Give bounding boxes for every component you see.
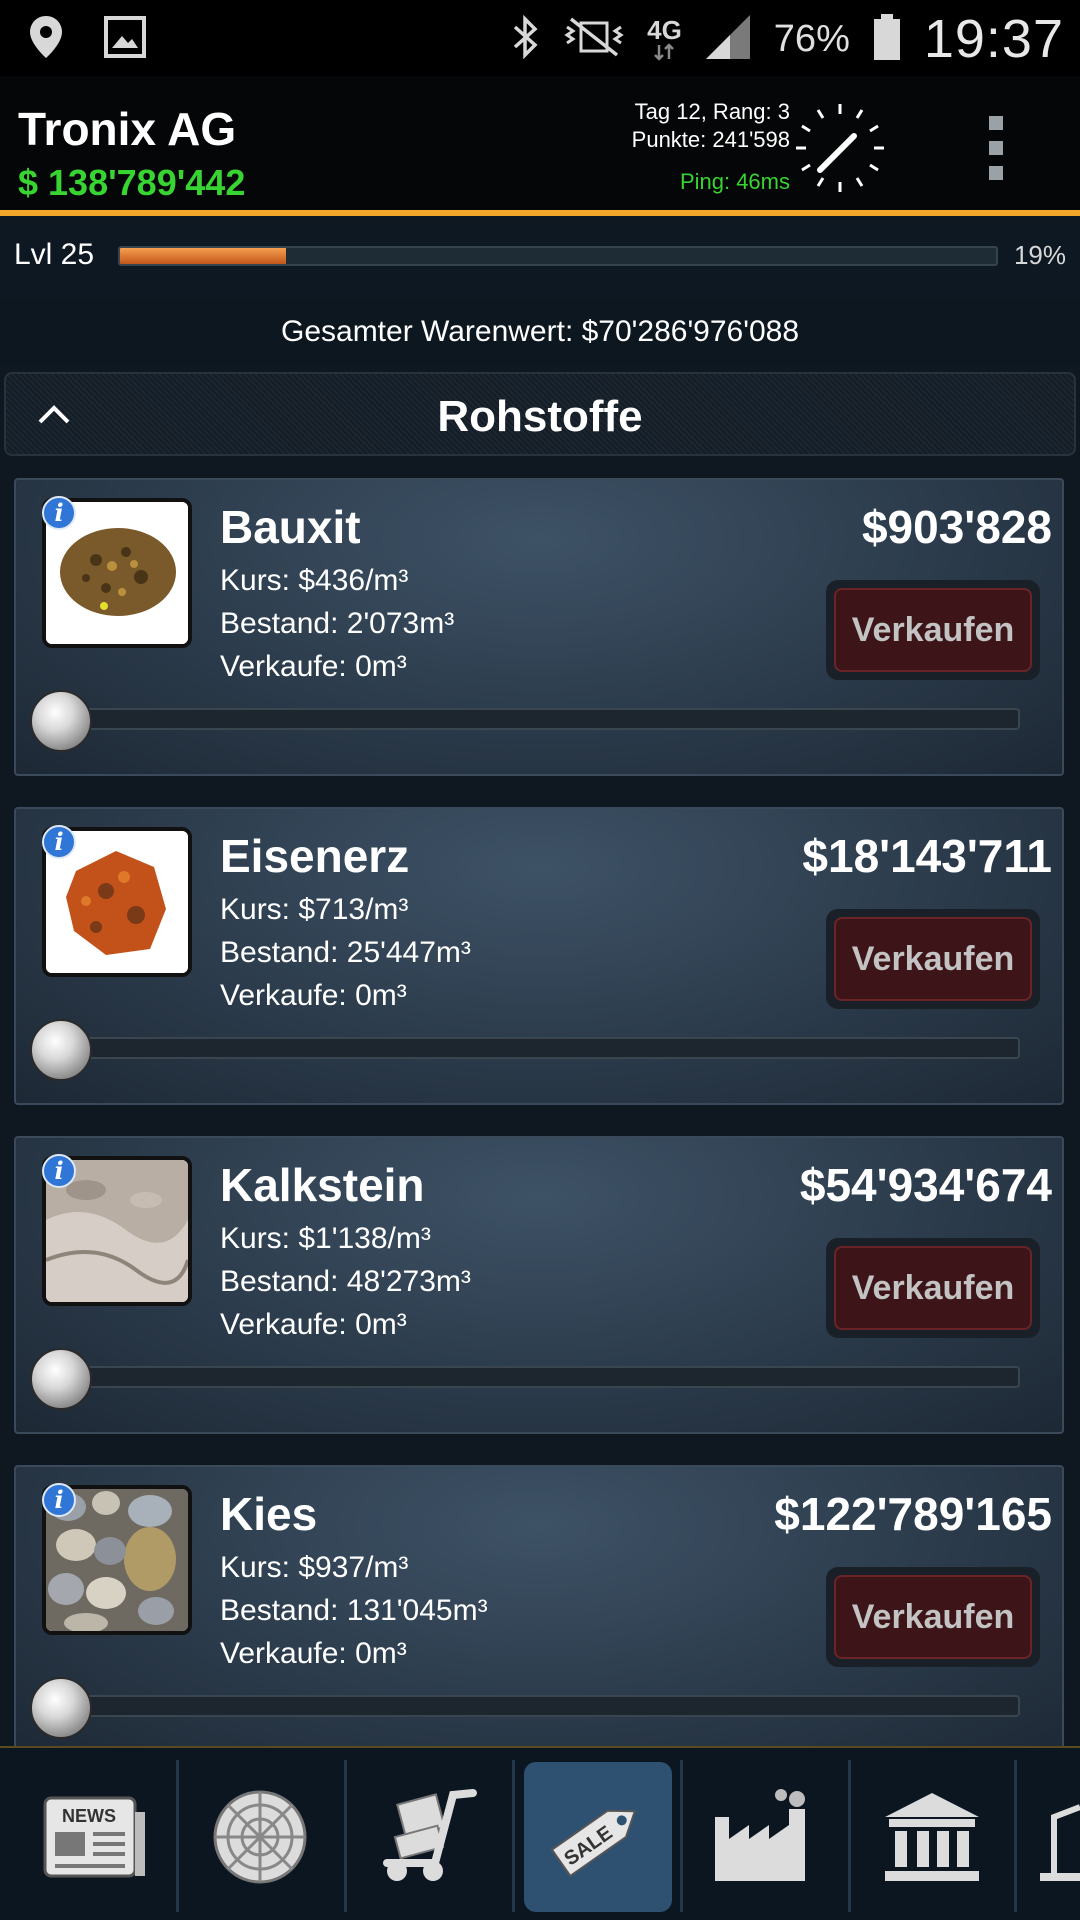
image-icon [104, 16, 146, 63]
level-progress-bar [118, 246, 998, 266]
level-row: Lvl 25 19% [0, 222, 1080, 292]
commodity-card: i Eisenerz Kurs: $713/m³ Bestand: 25'447… [14, 807, 1064, 1105]
bluetooth-icon [511, 13, 541, 66]
section-header[interactable]: Rohstoffe [4, 372, 1076, 456]
commodity-value: $18'143'711 [802, 830, 1052, 882]
sell-amount-slider[interactable] [86, 708, 1020, 730]
slider-knob[interactable] [30, 690, 92, 752]
overflow-menu-icon[interactable] [986, 116, 1006, 180]
slider-knob[interactable] [30, 1019, 92, 1081]
commodity-card: i Kies Kurs: $937/m³ Bestand: 131'045m³ … [14, 1465, 1064, 1746]
info-icon[interactable]: i [42, 1483, 76, 1517]
commodity-name: Eisenerz [220, 830, 410, 882]
sell-button[interactable]: Verkaufen [826, 580, 1040, 680]
commodity-stock: Bestand: 2'073m³ [220, 607, 455, 640]
commodity-card: i Kalkstein Kurs: $1'138/m³ Bestand: 48'… [14, 1136, 1064, 1434]
sell-button-label: Verkaufen [834, 1575, 1032, 1659]
radar-icon[interactable] [186, 1762, 334, 1912]
day-rank: Tag 12, Rang: 3 [634, 99, 790, 124]
bank-icon[interactable] [858, 1762, 1006, 1912]
battery-icon [872, 12, 902, 67]
sell-button[interactable]: Verkaufen [826, 1238, 1040, 1338]
sell-button[interactable]: Verkaufen [826, 1567, 1040, 1667]
clock-time: 19:37 [923, 9, 1064, 69]
location-icon [28, 14, 64, 65]
hand-truck-icon[interactable] [354, 1762, 502, 1912]
info-icon[interactable]: i [42, 1154, 76, 1188]
commodity-value: $54'934'674 [799, 1159, 1052, 1211]
stats-block: Tag 12, Rang: 3 Punkte: 241'598 Ping: 46… [600, 98, 790, 196]
sale-tag-icon[interactable]: SALE [524, 1762, 672, 1912]
crane-icon[interactable] [1024, 1762, 1080, 1912]
commodity-sales: Verkaufe: 0m³ [220, 1308, 407, 1341]
vibrate-icon [563, 15, 625, 64]
sell-amount-slider[interactable] [86, 1037, 1020, 1059]
commodity-list[interactable]: i Bauxit Kurs: $436/m³ Bestand: 2'073m³ … [0, 466, 1080, 1746]
sell-amount-slider[interactable] [86, 1695, 1020, 1717]
level-progress-fill [120, 248, 287, 264]
factory-icon[interactable] [690, 1762, 838, 1912]
level-label: Lvl 25 [14, 238, 95, 271]
sell-amount-slider[interactable] [86, 1366, 1020, 1388]
commodity-sales: Verkaufe: 0m³ [220, 979, 407, 1012]
network-4g-icon: 4G [647, 17, 682, 61]
sell-button[interactable]: Verkaufen [826, 909, 1040, 1009]
clock-icon[interactable] [790, 98, 890, 198]
battery-percent: 76% [773, 17, 850, 60]
commodity-price: Kurs: $1'138/m³ [220, 1222, 431, 1255]
commodity-sales: Verkaufe: 0m³ [220, 1637, 407, 1670]
company-name: Tronix AG [18, 103, 237, 155]
slider-knob[interactable] [30, 1348, 92, 1410]
commodity-value: $903'828 [861, 501, 1052, 553]
commodity-value: $122'789'165 [774, 1488, 1052, 1540]
info-icon[interactable]: i [42, 825, 76, 859]
commodity-price: Kurs: $937/m³ [220, 1551, 409, 1584]
signal-icon [704, 13, 752, 66]
app-header: Tronix AG $ 138'789'442 Tag 12, Rang: 3 … [0, 76, 1080, 216]
bottom-nav: NEWS SALE [0, 1746, 1080, 1920]
news-label: NEWS [62, 1806, 116, 1826]
commodity-name: Bauxit [220, 501, 361, 553]
commodity-stock: Bestand: 48'273m³ [220, 1265, 471, 1298]
money-balance: $ 138'789'442 [18, 162, 246, 203]
sell-button-label: Verkaufen [834, 588, 1032, 672]
ping: Ping: 46ms [679, 169, 790, 194]
news-icon[interactable]: NEWS [20, 1762, 168, 1912]
points: Punkte: 241'598 [631, 127, 790, 152]
sell-button-label: Verkaufen [834, 917, 1032, 1001]
total-value: Gesamter Warenwert: $70'286'976'088 [0, 300, 1080, 364]
commodity-name: Kies [220, 1488, 318, 1540]
commodity-stock: Bestand: 25'447m³ [220, 936, 471, 969]
section-title: Rohstoffe [437, 392, 643, 441]
commodity-price: Kurs: $436/m³ [220, 564, 409, 597]
level-percent: 19% [1013, 240, 1066, 270]
slider-knob[interactable] [30, 1677, 92, 1739]
status-bar: 4G 76% 19:37 [0, 0, 1080, 76]
commodity-sales: Verkaufe: 0m³ [220, 650, 407, 683]
commodity-price: Kurs: $713/m³ [220, 893, 409, 926]
commodity-card: i Bauxit Kurs: $436/m³ Bestand: 2'073m³ … [14, 478, 1064, 776]
info-icon[interactable]: i [42, 496, 76, 530]
sell-button-label: Verkaufen [834, 1246, 1032, 1330]
commodity-name: Kalkstein [220, 1159, 425, 1211]
commodity-stock: Bestand: 131'045m³ [220, 1594, 488, 1627]
